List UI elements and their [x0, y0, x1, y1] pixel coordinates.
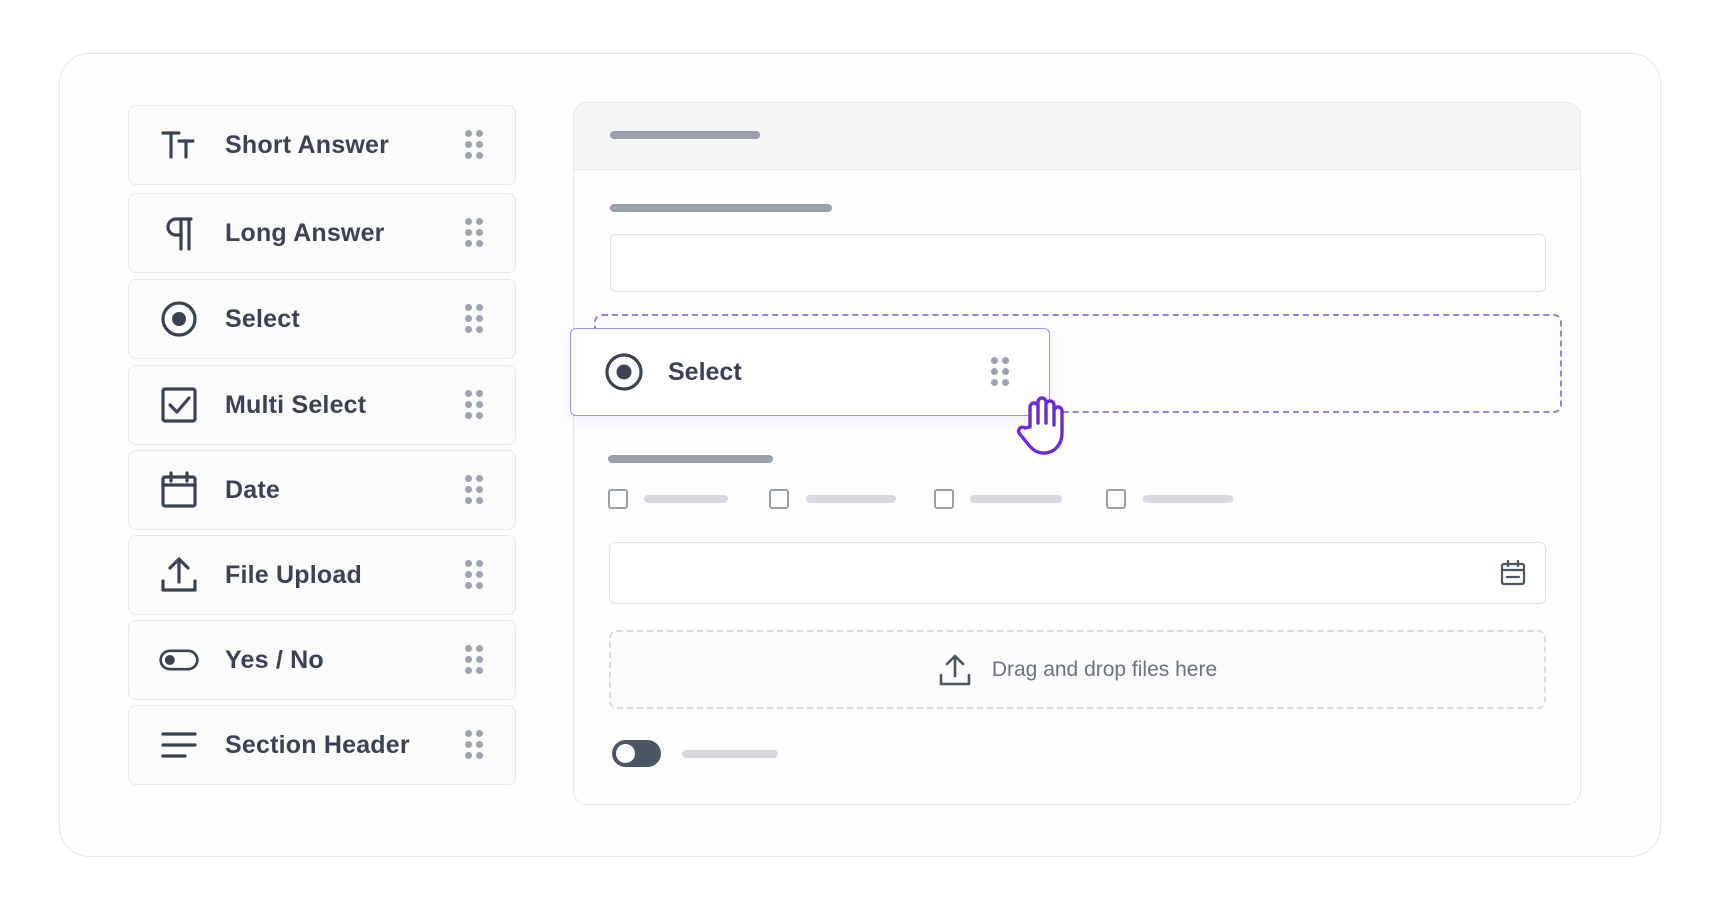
field-item-section-header[interactable]: Section Header	[128, 705, 516, 785]
toggle-label-placeholder	[682, 750, 778, 758]
grab-cursor-icon	[1012, 393, 1072, 457]
radio-icon	[159, 299, 199, 339]
checkbox[interactable]	[608, 489, 628, 509]
checkbox[interactable]	[934, 489, 954, 509]
field-item-file-upload[interactable]: File Upload	[128, 535, 516, 615]
upload-instructions: Drag and drop files here	[991, 657, 1218, 681]
checkbox-label-placeholder	[1143, 495, 1233, 503]
form-header	[574, 103, 1580, 170]
radio-icon	[603, 351, 645, 393]
calendar-icon	[159, 470, 199, 510]
field-item-select[interactable]: Select	[128, 279, 516, 359]
field-item-label: File Upload	[225, 560, 362, 589]
field-item-long-answer[interactable]: Long Answer	[128, 193, 516, 273]
drag-handle-icon[interactable]	[465, 130, 483, 160]
drag-handle-icon[interactable]	[465, 645, 483, 675]
field-item-label: Short Answer	[225, 130, 389, 159]
text-input-field[interactable]	[610, 234, 1546, 292]
drag-handle-icon[interactable]	[465, 218, 483, 248]
checkbox-label-placeholder	[970, 495, 1062, 503]
date-input-field[interactable]	[609, 542, 1546, 604]
field-label-placeholder	[610, 204, 832, 212]
field-item-label: Multi Select	[225, 390, 367, 419]
toggle-knob	[616, 744, 635, 763]
checkbox-icon	[159, 385, 199, 425]
paragraph-icon	[159, 213, 199, 253]
dragged-field-label: Select	[668, 358, 742, 386]
field-item-short-answer[interactable]: Short Answer	[128, 105, 516, 185]
drag-handle-icon[interactable]	[465, 560, 483, 590]
field-item-date[interactable]: Date	[128, 450, 516, 530]
checkbox-label-placeholder	[806, 495, 896, 503]
upload-icon	[159, 555, 199, 595]
field-item-label: Date	[225, 475, 280, 504]
field-item-multi-select[interactable]: Multi Select	[128, 365, 516, 445]
form-canvas: Drag and drop files here	[573, 102, 1581, 805]
checkbox[interactable]	[769, 489, 789, 509]
dragged-select-field[interactable]: Select	[570, 328, 1050, 416]
lines-icon	[159, 725, 199, 765]
checkbox[interactable]	[1106, 489, 1126, 509]
checkbox-group-label-placeholder	[608, 455, 773, 463]
text-size-icon	[159, 125, 199, 165]
yes-no-toggle[interactable]	[612, 740, 661, 767]
checkbox-label-placeholder	[644, 495, 728, 503]
field-item-label: Section Header	[225, 730, 410, 759]
file-upload-dropzone[interactable]: Drag and drop files here	[609, 630, 1546, 709]
drag-handle-icon[interactable]	[465, 475, 483, 505]
field-item-label: Long Answer	[225, 218, 385, 247]
field-item-yes-no[interactable]: Yes / No	[128, 620, 516, 700]
calendar-icon[interactable]	[1499, 559, 1527, 587]
form-title-placeholder	[610, 131, 760, 139]
field-item-label: Yes / No	[225, 645, 324, 674]
field-item-label: Select	[225, 304, 300, 333]
drag-handle-icon[interactable]	[991, 357, 1009, 387]
upload-icon	[938, 653, 972, 687]
drag-handle-icon[interactable]	[465, 730, 483, 760]
toggle-icon	[159, 640, 199, 680]
drag-handle-icon[interactable]	[465, 390, 483, 420]
drag-handle-icon[interactable]	[465, 304, 483, 334]
